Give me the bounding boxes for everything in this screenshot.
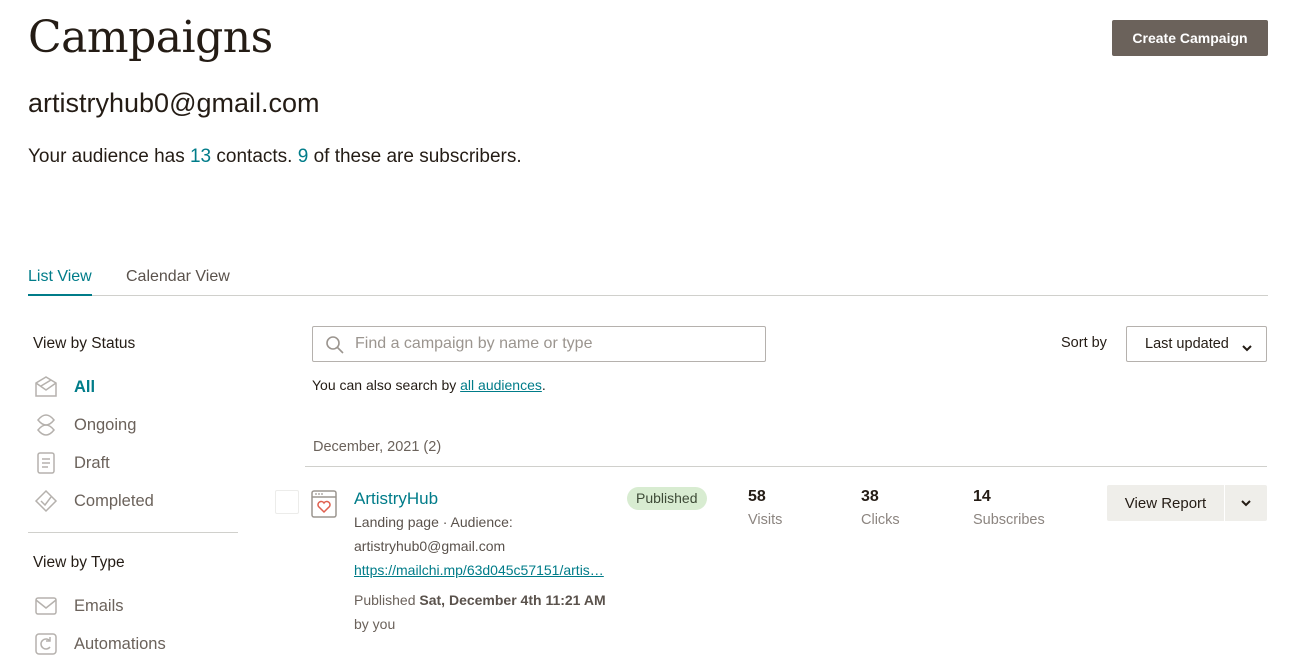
stat-clicks: 38 Clicks: [861, 488, 900, 528]
audience-text-2: contacts.: [211, 146, 298, 167]
contacts-count: 13: [189, 146, 212, 167]
stat-value: 38: [861, 488, 879, 505]
campaign-type: Landing page · Audience:: [354, 514, 513, 530]
stat-value: 14: [973, 488, 991, 505]
sidebar-item-ongoing[interactable]: Ongoing: [33, 412, 233, 440]
stat-label: Subscribes: [973, 512, 1045, 528]
search-input[interactable]: [355, 327, 755, 361]
tab-calendar-view[interactable]: Calendar View: [126, 268, 230, 294]
sort-label: Sort by: [1061, 335, 1107, 351]
sidebar-item-label: Draft: [74, 454, 110, 472]
sidebar-item-all[interactable]: All: [33, 374, 233, 402]
sidebar-item-emails[interactable]: Emails: [33, 593, 233, 621]
search-icon: [325, 335, 345, 355]
search-hint-prefix: You can also search by: [312, 377, 461, 393]
sidebar-item-label: Completed: [74, 492, 154, 510]
published-date: Sat, December 4th 11:21 AM: [419, 592, 606, 608]
search-box: [312, 326, 766, 362]
stat-visits: 58 Visits: [748, 488, 782, 528]
view-report-button[interactable]: View Report: [1107, 485, 1224, 521]
stat-value: 58: [748, 488, 766, 505]
draft-icon: [33, 450, 59, 476]
sort-select[interactable]: Last updated: [1126, 326, 1267, 362]
landing-page-icon: [311, 490, 337, 518]
create-campaign-button[interactable]: Create Campaign: [1112, 20, 1268, 56]
stat-label: Visits: [748, 512, 783, 528]
campaign-name-link[interactable]: ArtistryHub: [354, 489, 438, 509]
campaign-published: Published Sat, December 4th 11:21 AM: [354, 592, 606, 608]
audience-summary: Your audience has 13 contacts. 9 of thes…: [28, 146, 522, 168]
sidebar-item-label: Emails: [74, 597, 124, 615]
completed-icon: [33, 488, 59, 514]
sidebar-item-label: Automations: [74, 635, 166, 653]
status-filter-heading: View by Status: [33, 335, 136, 352]
view-tabs: List View Calendar View: [28, 266, 1268, 296]
chevron-down-icon: [1241, 340, 1253, 352]
audience-text-3: of these are subscribers.: [308, 146, 522, 167]
subscribers-count: 9: [297, 146, 309, 167]
group-divider: [305, 466, 1267, 467]
audience-text-1: Your audience has: [28, 146, 190, 167]
automation-icon: [33, 631, 59, 657]
sidebar-item-draft[interactable]: Draft: [33, 450, 233, 478]
ongoing-icon: [33, 412, 59, 438]
email-icon: [33, 593, 59, 619]
campaign-url-link[interactable]: https://mailchi.mp/63d045c57151/artis…: [354, 562, 621, 578]
status-badge: Published: [627, 487, 707, 510]
page-title: Campaigns: [28, 12, 273, 63]
stat-subscribes: 14 Subscribes: [973, 488, 1045, 528]
campaign-audience: artistryhub0@gmail.com: [354, 538, 506, 554]
search-hint-suffix: .: [541, 377, 546, 393]
all-audiences-link[interactable]: all audiences: [460, 377, 542, 393]
sidebar-divider: [28, 532, 238, 533]
sort-value: Last updated: [1145, 336, 1229, 352]
sidebar-item-label: Ongoing: [74, 416, 137, 434]
sidebar-item-completed[interactable]: Completed: [33, 488, 233, 516]
tab-list-view[interactable]: List View: [28, 268, 92, 296]
more-actions-button[interactable]: [1225, 485, 1267, 521]
group-heading: December, 2021 (2): [313, 439, 442, 455]
account-email: artistryhub0@gmail.com: [28, 88, 320, 118]
published-prefix: Published: [354, 592, 420, 608]
chevron-down-icon: [1241, 500, 1251, 507]
row-checkbox[interactable]: [275, 490, 299, 514]
campaign-author: by you: [354, 616, 396, 632]
all-campaigns-icon: [33, 374, 59, 400]
search-hint: You can also search by all audiences.: [312, 377, 546, 393]
sidebar-item-label: All: [74, 378, 96, 396]
stat-label: Clicks: [861, 512, 900, 528]
type-filter-heading: View by Type: [33, 554, 125, 571]
sidebar-item-automations[interactable]: Automations: [33, 631, 233, 659]
